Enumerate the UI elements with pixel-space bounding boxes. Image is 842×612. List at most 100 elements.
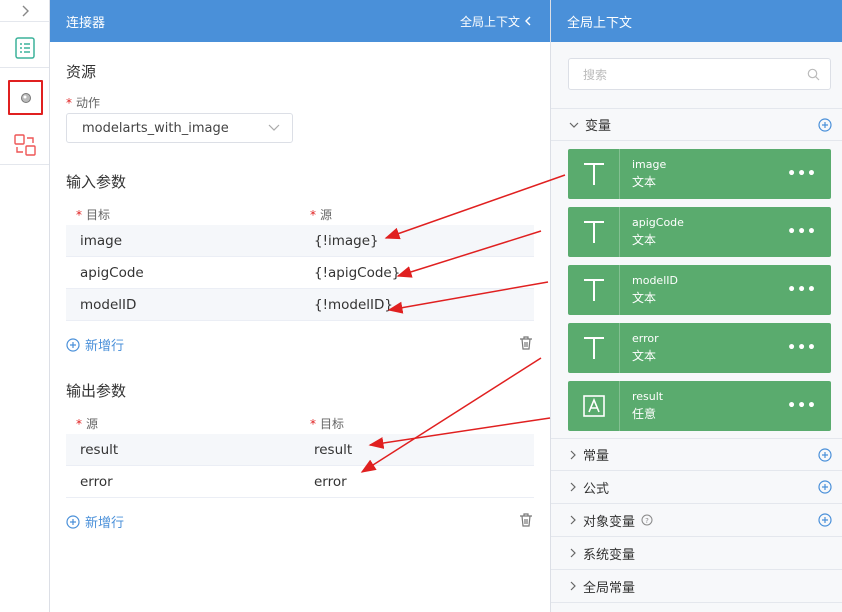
group-label: 系统变量 (583, 547, 636, 563)
chevron-right-icon (570, 482, 576, 492)
variable-name: result (632, 389, 664, 403)
add-row-label: 新增行 (85, 516, 125, 531)
chevron-down-icon (569, 122, 579, 128)
table-header: * 源 * 目标 (76, 416, 345, 431)
chevron-right-icon (570, 548, 576, 558)
global-context-header: 全局上下文 (551, 0, 842, 42)
delete-input-icon[interactable] (518, 335, 534, 355)
more-icon[interactable]: ••• (787, 166, 817, 182)
text-icon (568, 323, 620, 373)
group-global-constants[interactable]: 全局常量 (551, 570, 842, 603)
group-object-variables[interactable]: 对象变量? (551, 504, 842, 537)
text-icon (568, 149, 620, 199)
table-row[interactable]: apigCode {!apigCode} (66, 257, 534, 289)
variable-type: 文本 (632, 174, 657, 189)
plus-circle-icon (66, 337, 80, 352)
input-params-title: 输入参数 (66, 173, 127, 191)
output-target[interactable]: result (300, 442, 352, 458)
text-icon (568, 207, 620, 257)
action-value: modelarts_with_image (82, 120, 229, 136)
global-context-panel: 全局上下文 搜索 变量 image 文本 ••• apigCode 文本 ••• m… (550, 0, 842, 612)
add-circle-icon[interactable] (818, 117, 832, 132)
chevron-down-icon (268, 124, 280, 131)
left-rail (0, 0, 50, 612)
text-icon (568, 265, 620, 315)
group-label: 全局常量 (583, 580, 636, 596)
search-icon (807, 68, 820, 80)
connector-panel: 连接器 全局上下文 资源 * 动作 modelarts_with_image 输入… (50, 0, 550, 612)
global-context-label: 全局上下文 (459, 14, 520, 29)
col-target: 目标 (320, 416, 345, 431)
table-row[interactable]: image {!image} (66, 225, 534, 257)
input-name: modelID (80, 296, 137, 313)
help-icon[interactable]: ? (641, 514, 653, 526)
more-icon[interactable]: ••• (787, 224, 817, 240)
swap-icon[interactable] (0, 125, 49, 165)
output-params-title: 输出参数 (66, 382, 127, 400)
connector-icon[interactable] (8, 80, 43, 115)
group-label: 常量 (583, 449, 610, 464)
col-target: 目标 (86, 207, 111, 222)
variable-name: apigCode (632, 215, 684, 229)
search-input[interactable]: 搜索 (568, 58, 831, 90)
add-circle-icon[interactable] (818, 513, 832, 527)
group-constants[interactable]: 常量 (551, 438, 842, 471)
table-row[interactable]: modelID {!modelID} (66, 289, 534, 321)
variable-card[interactable]: image 文本 ••• (568, 149, 831, 199)
output-target[interactable]: error (300, 474, 347, 490)
table-header: * 目标 * 源 (76, 207, 333, 222)
col-source: 源 (86, 416, 99, 431)
group-formulas[interactable]: 公式 (551, 471, 842, 504)
add-circle-icon[interactable] (818, 480, 832, 494)
expand-chevron-icon[interactable] (0, 0, 49, 22)
variable-name: image (632, 157, 667, 171)
chevron-right-icon (570, 450, 576, 459)
table-row[interactable]: error error (66, 466, 534, 498)
connector-header: 连接器 全局上下文 (50, 0, 550, 42)
input-params-table: * 目标 * 源 image {!image} apigCode {!apigCod… (66, 203, 534, 321)
add-output-row-button[interactable]: 新增行 (66, 512, 124, 531)
variable-name: modelID (632, 273, 678, 287)
add-circle-icon[interactable] (818, 447, 832, 462)
resource-title: 资源 (66, 63, 97, 81)
action-label: * 动作 (66, 96, 101, 110)
more-icon[interactable]: ••• (787, 398, 817, 414)
variable-type: 任意 (632, 406, 657, 421)
list-icon[interactable] (0, 28, 49, 68)
global-context-toggle[interactable]: 全局上下文 (460, 13, 532, 30)
add-input-row-button[interactable]: 新增行 (66, 335, 124, 354)
plus-circle-icon (66, 514, 80, 529)
group-system-variables[interactable]: 系统变量 (551, 537, 842, 570)
variable-type: 文本 (632, 290, 657, 305)
more-icon[interactable]: ••• (787, 340, 817, 356)
table-row[interactable]: result result (66, 434, 534, 466)
chevron-left-icon (525, 16, 531, 26)
group-label: 变量 (585, 119, 612, 134)
svg-text:?: ? (645, 517, 649, 525)
input-value[interactable]: {!modelID} (300, 297, 393, 313)
group-label: 公式 (583, 481, 610, 497)
variable-card[interactable]: error 文本 ••• (568, 323, 831, 373)
header-title: 连接器 (66, 15, 106, 31)
variable-card[interactable]: modelID 文本 ••• (568, 265, 831, 315)
variable-card[interactable]: apigCode 文本 ••• (568, 207, 831, 257)
add-row-label: 新增行 (85, 339, 125, 354)
variable-type: 文本 (632, 348, 657, 363)
input-value[interactable]: {!image} (300, 233, 379, 249)
delete-output-icon[interactable] (518, 512, 534, 532)
output-source: error (80, 473, 113, 490)
input-name: apigCode (80, 264, 144, 281)
output-source: result (80, 441, 119, 458)
action-select[interactable]: modelarts_with_image (66, 113, 293, 143)
variable-type: 文本 (632, 232, 657, 247)
col-source: 源 (320, 207, 333, 222)
search-placeholder: 搜索 (583, 67, 608, 82)
output-params-table: * 源 * 目标 result result error error (66, 412, 534, 498)
chevron-right-icon (570, 581, 576, 591)
more-icon[interactable]: ••• (787, 282, 817, 298)
variable-card[interactable]: result 任意 ••• (568, 381, 831, 431)
group-variables[interactable]: 变量 (551, 108, 842, 141)
any-icon (568, 381, 620, 431)
group-label: 对象变量 (583, 514, 636, 530)
input-value[interactable]: {!apigCode} (300, 265, 400, 281)
